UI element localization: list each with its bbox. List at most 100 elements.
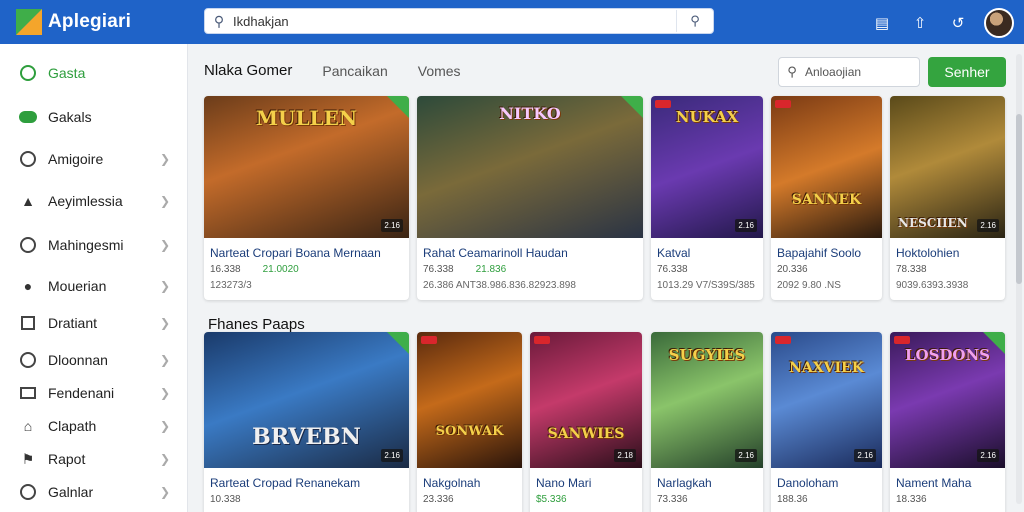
card-title[interactable]: Hoktolohien bbox=[896, 246, 1001, 260]
card-title[interactable]: Narlagkah bbox=[657, 476, 759, 490]
card-title[interactable]: Narteat Cropari Boana Mernaan bbox=[210, 246, 405, 260]
art-logo-text: SANNEK bbox=[791, 192, 862, 208]
game-thumbnail: MULLEN 2.16 bbox=[204, 96, 409, 238]
filter-input[interactable] bbox=[805, 65, 905, 79]
game-card[interactable]: LOSDONS 2.16 Nament Maha 18.336 bbox=[890, 332, 1005, 512]
art-logo-text: NITKO bbox=[499, 104, 561, 123]
cloud-icon bbox=[18, 107, 38, 127]
art-logo-text: NAXVIEK bbox=[789, 360, 864, 376]
square-icon bbox=[18, 313, 38, 333]
sidebar-item-label: Gakals bbox=[48, 109, 92, 125]
tab-1[interactable]: Pancaikan bbox=[322, 63, 387, 79]
card-meta-value: $5.336 bbox=[536, 494, 567, 505]
primary-action-button[interactable]: Senher bbox=[928, 57, 1006, 87]
sidebar-item-label: Mouerian bbox=[48, 278, 107, 294]
sidebar-item-7[interactable]: Dloonnan ❯ bbox=[0, 345, 188, 375]
hot-badge-icon bbox=[655, 100, 671, 108]
card-meta-value: 16.338 bbox=[210, 264, 241, 275]
card-meta: 10.338 bbox=[210, 494, 241, 505]
hot-badge-icon bbox=[775, 336, 791, 344]
sidebar-item-5[interactable]: ● Mouerian ❯ bbox=[0, 271, 188, 301]
user-icon: ● bbox=[23, 278, 33, 294]
game-thumbnail: NUKAX 2.16 bbox=[651, 96, 763, 238]
card-meta: 20.336 bbox=[777, 264, 808, 275]
card-price: 21.0020 bbox=[262, 264, 299, 275]
tab-0[interactable]: Nlaka Gomer bbox=[204, 62, 292, 79]
game-thumbnail: SUGYIES 2.16 bbox=[651, 332, 763, 468]
corner-badge-icon bbox=[387, 332, 409, 354]
circle-icon bbox=[18, 350, 38, 370]
search-button[interactable]: ⚲ bbox=[677, 13, 713, 29]
sidebar-item-11[interactable]: Galnlar ❯ bbox=[0, 477, 188, 507]
sidebar: Gasta Gakals Amigoire ❯ ▲ Aeyimlessia ❯ … bbox=[0, 44, 188, 512]
app-logo[interactable]: Aplegiari bbox=[16, 9, 186, 35]
game-card[interactable]: NITKO Rahat Ceamarinoll Haudan 76.338 21.… bbox=[417, 96, 643, 300]
search-input[interactable] bbox=[233, 10, 677, 32]
sidebar-item-4[interactable]: Mahingesmi ❯ bbox=[0, 230, 188, 260]
game-card[interactable]: NAXVIEK 2.16 Danoloham 188.36 bbox=[771, 332, 882, 512]
game-card[interactable]: SUGYIES 2.16 Narlagkah 73.336 bbox=[651, 332, 763, 512]
game-card[interactable]: SANNEK Bapajahif Soolo 20.336 2092 9.80 … bbox=[771, 96, 882, 300]
card-title[interactable]: Rahat Ceamarinoll Haudan bbox=[423, 246, 639, 260]
card-meta-line: 123273/3 bbox=[210, 280, 252, 291]
card-title[interactable]: Bapajahif Soolo bbox=[777, 246, 878, 260]
sidebar-item-label: Rapot bbox=[48, 451, 86, 467]
sidebar-item-2[interactable]: Amigoire ❯ bbox=[0, 144, 188, 174]
card-meta-line: 9039.6393.3938 bbox=[896, 280, 969, 291]
game-card[interactable]: MULLEN 2.16 Narteat Cropari Boana Mernaa… bbox=[204, 96, 409, 300]
tab-bar: Nlaka Gomer Pancaikan Vomes bbox=[204, 62, 461, 79]
game-card[interactable]: SANWIES 2.18 Nano Mari $5.336 bbox=[530, 332, 642, 512]
game-card[interactable]: NESCIIEN 2.16 Hoktolohien 78.338 9039.63… bbox=[890, 96, 1005, 300]
game-card[interactable]: NUKAX 2.16 Katval 76.338 1013.29 V7/S39S… bbox=[651, 96, 763, 300]
sidebar-item-3[interactable]: ▲ Aeyimlessia ❯ bbox=[0, 186, 188, 216]
inbox-icon[interactable]: ▤ bbox=[870, 11, 894, 35]
size-tag: 2.16 bbox=[977, 449, 999, 462]
game-card[interactable]: SONWAK Nakgolnah 23.336 bbox=[417, 332, 522, 512]
game-thumbnail: SONWAK bbox=[417, 332, 522, 468]
card-meta-value: 76.338 bbox=[657, 264, 688, 275]
refresh-icon[interactable]: ↺ bbox=[946, 11, 970, 35]
upload-icon[interactable]: ⇧ bbox=[908, 11, 932, 35]
card-meta-value: 18.336 bbox=[896, 494, 927, 505]
card-title[interactable]: Danoloham bbox=[777, 476, 878, 490]
hot-badge-icon bbox=[894, 336, 910, 344]
card-title[interactable]: Nament Maha bbox=[896, 476, 1001, 490]
sidebar-item-1[interactable]: Gakals bbox=[0, 102, 188, 132]
card-meta-value: 73.336 bbox=[657, 494, 688, 505]
sidebar-item-0[interactable]: Gasta bbox=[0, 58, 188, 88]
card-meta-line: 2092 9.80 .NS bbox=[777, 280, 841, 291]
game-thumbnail: NAXVIEK 2.16 bbox=[771, 332, 882, 468]
corner-badge-icon bbox=[387, 96, 409, 118]
art-logo-text: NUKAX bbox=[675, 108, 739, 126]
chevron-right-icon: ❯ bbox=[160, 238, 171, 252]
size-tag: 2.16 bbox=[735, 449, 757, 462]
scrollbar[interactable] bbox=[1016, 54, 1022, 504]
flag-icon: ⚑ bbox=[21, 450, 35, 467]
card-meta: 18.336 bbox=[896, 494, 927, 505]
card-meta: 23.336 bbox=[423, 494, 454, 505]
game-card[interactable]: BRVEBN 2.16 Rarteat Cropad Renanekam 10.… bbox=[204, 332, 409, 512]
user-avatar[interactable] bbox=[984, 8, 1014, 38]
art-logo-text: SANWIES bbox=[547, 426, 625, 442]
card-title[interactable]: Nakgolnah bbox=[423, 476, 518, 490]
top-bar: Aplegiari ⚲ ⚲ ▤ ⇧ ↺ bbox=[0, 0, 1024, 44]
sidebar-item-6[interactable]: Dratiant ❯ bbox=[0, 308, 188, 338]
chevron-right-icon: ❯ bbox=[160, 194, 171, 208]
scrollbar-thumb[interactable] bbox=[1016, 114, 1022, 284]
search-icon: ⚲ bbox=[787, 64, 797, 79]
sidebar-item-10[interactable]: ⚑ Rapot ❯ bbox=[0, 444, 188, 474]
circle-icon bbox=[18, 482, 38, 502]
sidebar-item-label: Dloonnan bbox=[48, 352, 108, 368]
card-title[interactable]: Rarteat Cropad Renanekam bbox=[210, 476, 405, 490]
sidebar-item-label: Mahingesmi bbox=[48, 237, 124, 253]
card-title[interactable]: Katval bbox=[657, 246, 759, 260]
chevron-right-icon: ❯ bbox=[160, 386, 171, 400]
art-logo-text: SONWAK bbox=[435, 424, 504, 439]
chevron-right-icon: ❯ bbox=[160, 353, 171, 367]
sidebar-item-8[interactable]: Fendenani ❯ bbox=[0, 378, 188, 408]
app-title: Aplegiari bbox=[48, 11, 132, 32]
card-title[interactable]: Nano Mari bbox=[536, 476, 638, 490]
main-content: Nlaka Gomer Pancaikan Vomes ⚲ Senher MUL… bbox=[188, 44, 1024, 512]
sidebar-item-9[interactable]: ⌂ Clapath ❯ bbox=[0, 411, 188, 441]
tab-2[interactable]: Vomes bbox=[418, 63, 461, 79]
